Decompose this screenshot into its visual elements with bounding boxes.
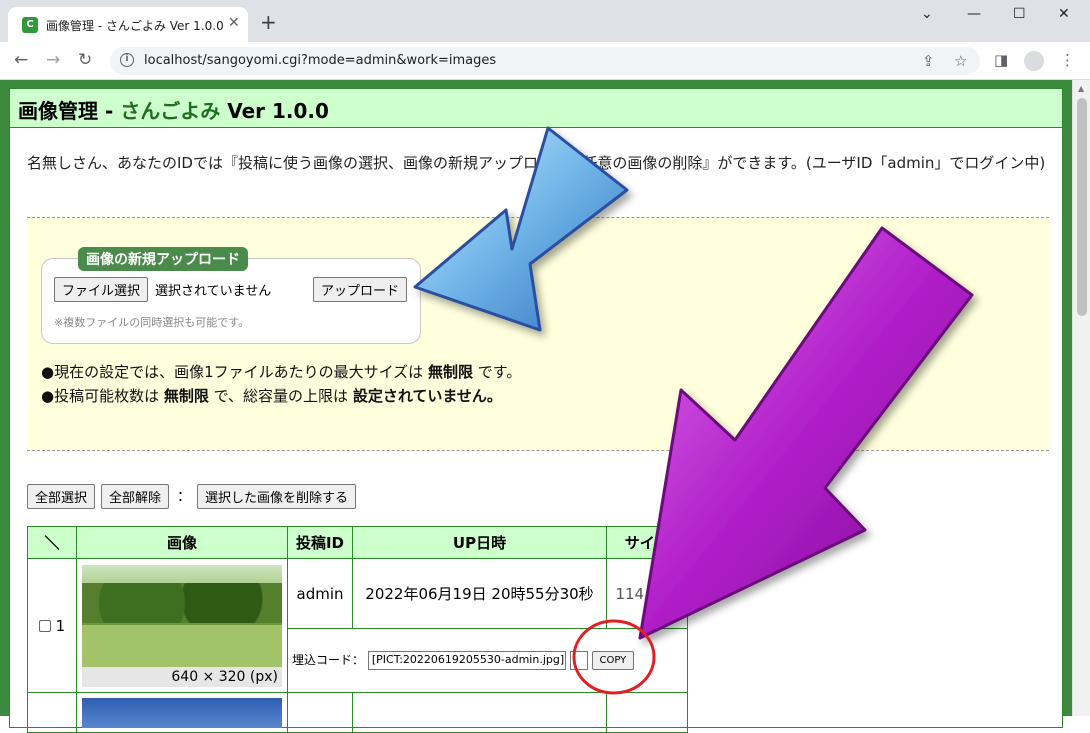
- delete-selected-button[interactable]: 選択した画像を削除する: [197, 484, 357, 509]
- row-number: 1: [55, 616, 66, 635]
- upload-button[interactable]: アップロード: [313, 277, 408, 302]
- vertical-scrollbar[interactable]: ▲: [1072, 80, 1090, 716]
- col-header-uploaded: UP日時: [352, 526, 607, 559]
- embed-label: 埋込コード：: [292, 653, 365, 667]
- embed-extra-field[interactable]: [569, 651, 588, 670]
- maximize-icon[interactable]: ☐: [1013, 6, 1026, 22]
- embed-code-input[interactable]: [PICT:20220619205530-admin.jpg]: [367, 651, 566, 670]
- tab-search-chevron-icon[interactable]: ⌄: [921, 6, 933, 22]
- browser-tab[interactable]: C 画像管理 - さんごよみ Ver 1.0.0 ✕: [8, 7, 248, 42]
- favicon-icon: C: [22, 17, 38, 33]
- deselect-all-button[interactable]: 全部解除: [101, 484, 170, 509]
- upload-area: 画像の新規アップロード ファイル選択 選択されていません アップロード ※複数フ…: [27, 217, 1049, 451]
- row-select-cell: 1: [27, 558, 77, 693]
- col-header-size: サイズ: [606, 526, 688, 559]
- upload-legend: 画像の新規アップロード: [78, 247, 248, 271]
- action-separator: ：: [177, 489, 191, 505]
- scroll-up-icon[interactable]: ▲: [1078, 84, 1084, 93]
- page-header: 画像管理 - さんごよみ Ver 1.0.0: [10, 89, 1062, 128]
- side-panel-icon[interactable]: ◨: [994, 51, 1008, 69]
- intro-text: 名無しさん、あなたのIDでは『投稿に使う画像の選択、画像の新規アップロード、任意…: [27, 154, 1046, 172]
- table-row: 1 640 × 320 (px) admin 2022年06月19日 20時55…: [27, 558, 688, 693]
- table-header-row: ＼ 画像 投稿ID UP日時 サイズ: [27, 526, 688, 559]
- tab-title: 画像管理 - さんごよみ Ver 1.0.0: [46, 19, 224, 33]
- profile-avatar[interactable]: [1024, 51, 1044, 71]
- tab-close-icon[interactable]: ✕: [228, 15, 240, 31]
- browser-tab-bar: C 画像管理 - さんごよみ Ver 1.0.0 ✕ + ⌄ — ☐ ✕: [0, 0, 1090, 42]
- upload-note: ※複数ファイルの同時選択も可能です。: [54, 316, 250, 329]
- upload-fieldset: 画像の新規アップロード ファイル選択 選択されていません アップロード ※複数フ…: [41, 247, 421, 344]
- bookmark-star-icon[interactable]: ☆: [954, 52, 967, 70]
- col-header-select: ＼: [27, 526, 77, 559]
- reload-icon[interactable]: ↻: [78, 50, 92, 70]
- copy-button[interactable]: COPY: [591, 651, 635, 670]
- embed-code-cell: 埋込コード： [PICT:20220619205530-admin.jpg] C…: [287, 628, 688, 693]
- url-text[interactable]: localhost/sangoyomi.cgi?mode=admin&work=…: [144, 53, 496, 68]
- close-window-icon[interactable]: ✕: [1058, 6, 1070, 22]
- browser-toolbar: ← → ↻ i localhost/sangoyomi.cgi?mode=adm…: [0, 42, 1090, 80]
- choose-file-button[interactable]: ファイル選択: [54, 277, 149, 302]
- minimize-icon[interactable]: —: [967, 6, 981, 22]
- menu-kebab-icon[interactable]: ⋮: [1060, 51, 1075, 69]
- site-info-icon[interactable]: i: [120, 53, 134, 67]
- table-row: [27, 692, 688, 733]
- new-tab-icon[interactable]: +: [260, 12, 277, 32]
- scrollbar-thumb[interactable]: [1077, 98, 1087, 316]
- address-bar[interactable]: i localhost/sangoyomi.cgi?mode=admin&wor…: [110, 47, 980, 75]
- content-frame: 画像管理 - さんごよみ Ver 1.0.0 名無しさん、あなたのIDでは『投稿…: [9, 88, 1063, 733]
- select-all-button[interactable]: 全部選択: [27, 484, 96, 509]
- max-size-info: ●現在の設定では、画像1ファイルあたりの最大サイズは 無制限 です。: [41, 363, 522, 381]
- image-dimensions: 640 × 320 (px): [82, 666, 282, 687]
- uploaded-at-cell: 2022年06月19日 20時55分30秒: [352, 558, 607, 629]
- quota-info: ●投稿可能枚数は 無制限 で、総容量の上限は 設定されていません。: [41, 387, 502, 405]
- row-checkbox[interactable]: [38, 620, 51, 632]
- file-status-text: 選択されていません: [155, 284, 272, 299]
- col-header-poster: 投稿ID: [287, 526, 353, 559]
- thumbnail-cell: 640 × 320 (px): [76, 558, 288, 693]
- forward-arrow-icon[interactable]: →: [46, 50, 60, 70]
- share-icon[interactable]: ⇪: [922, 52, 935, 70]
- page-viewport: 画像管理 - さんごよみ Ver 1.0.0 名無しさん、あなたのIDでは『投稿…: [0, 80, 1090, 733]
- images-table: ＼ 画像 投稿ID UP日時 サイズ 1 640 × 320 (px) admi…: [27, 526, 688, 733]
- size-cell: 114.4KB: [606, 558, 688, 629]
- poster-id-cell: admin: [287, 558, 353, 629]
- back-arrow-icon[interactable]: ←: [14, 50, 28, 70]
- thumbnail-image[interactable]: [82, 564, 282, 667]
- col-header-image: 画像: [76, 526, 288, 559]
- page-title: 画像管理 - さんごよみ Ver 1.0.0: [18, 99, 329, 123]
